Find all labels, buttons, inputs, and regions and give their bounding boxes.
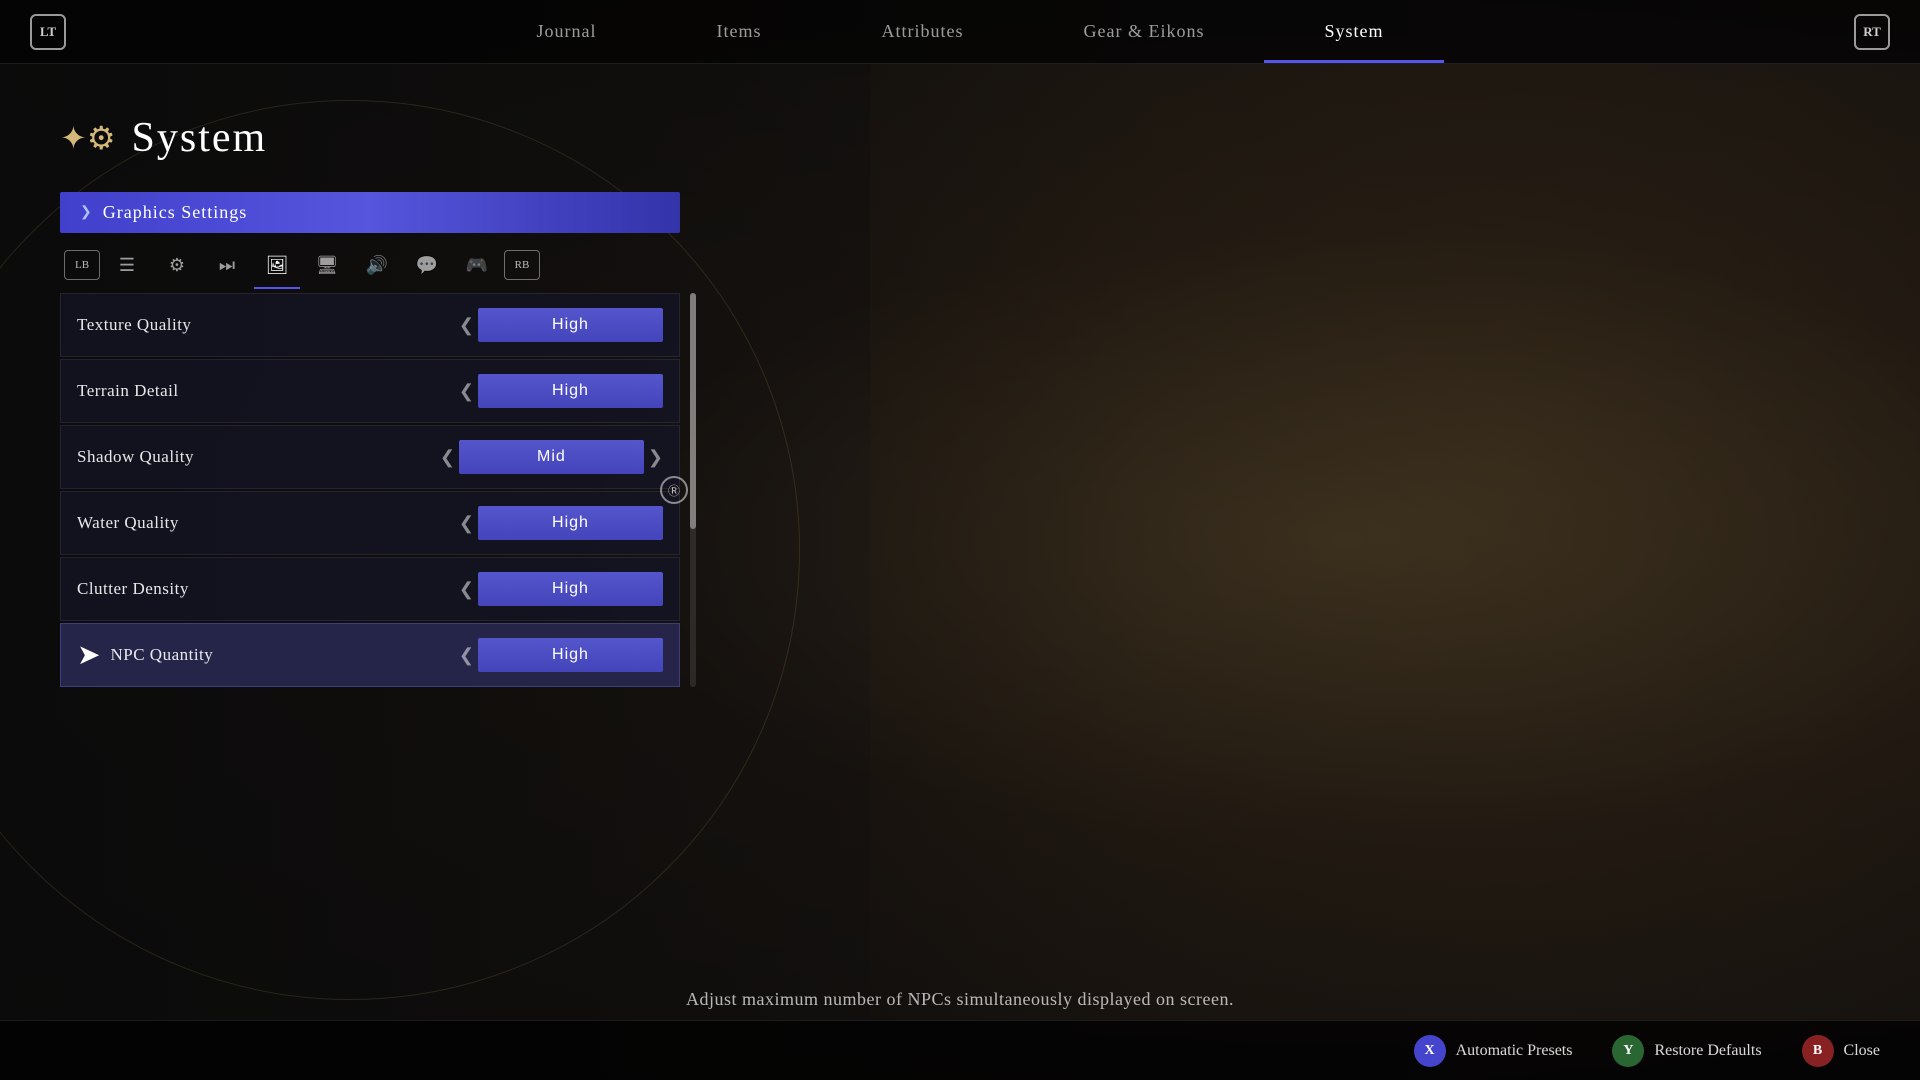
- tab-image-icon[interactable]: 🖼: [254, 245, 300, 285]
- restore-defaults-action[interactable]: Y Restore Defaults: [1612, 1035, 1761, 1067]
- shadow-quality-left-arrow[interactable]: ❮: [440, 447, 455, 468]
- setting-row-terrain-detail[interactable]: Terrain Detail ❮ High: [60, 359, 680, 423]
- r-indicator: Ⓡ: [660, 476, 688, 504]
- tab-attributes[interactable]: Attributes: [822, 0, 1024, 63]
- automatic-presets-label: Automatic Presets: [1456, 1042, 1573, 1060]
- tab-display-icon[interactable]: 🖥: [304, 245, 350, 285]
- tab-gamepad-icon[interactable]: 🎮: [454, 245, 500, 285]
- top-navigation: LT Journal Items Attributes Gear & Eikon…: [0, 0, 1920, 64]
- clutter-density-label: Clutter Density: [77, 579, 459, 599]
- b-button: B: [1802, 1035, 1834, 1067]
- tab-gear-icon[interactable]: ⚙: [154, 245, 200, 285]
- lt-button[interactable]: LT: [30, 14, 66, 50]
- bottom-bar: X Automatic Presets Y Restore Defaults B…: [0, 1020, 1920, 1080]
- tab-items[interactable]: Items: [657, 0, 822, 63]
- tab-list-icon[interactable]: ☰: [104, 245, 150, 285]
- npc-quantity-left-arrow[interactable]: ❮: [459, 645, 474, 666]
- system-icon: ✦⚙: [60, 119, 116, 157]
- texture-quality-left-arrow[interactable]: ❮: [459, 315, 474, 336]
- settings-list: Texture Quality ❮ High Terrain Detail ❮ …: [60, 293, 680, 687]
- nav-tabs: Journal Items Attributes Gear & Eikons S…: [477, 0, 1444, 63]
- x-button: X: [1414, 1035, 1446, 1067]
- tab-chat-icon[interactable]: 💬: [404, 245, 450, 285]
- water-quality-value[interactable]: High: [478, 506, 663, 540]
- section-label: Graphics Settings: [103, 202, 248, 223]
- shadow-quality-right-arrow[interactable]: ❯: [648, 447, 663, 468]
- rt-button[interactable]: RT: [1854, 14, 1890, 50]
- selection-pointer-icon: ➤: [77, 638, 100, 672]
- water-quality-left-arrow[interactable]: ❮: [459, 513, 474, 534]
- setting-row-clutter-density[interactable]: Clutter Density ❮ High: [60, 557, 680, 621]
- shadow-quality-label: Shadow Quality: [77, 447, 440, 467]
- shadow-quality-value[interactable]: Mid: [459, 440, 644, 474]
- water-quality-label: Water Quality: [77, 513, 459, 533]
- page-title-area: ✦⚙ System: [0, 64, 1920, 192]
- setting-row-shadow-quality[interactable]: Shadow Quality ❮ Mid ❯: [60, 425, 680, 489]
- tab-icons-row: LB ☰ ⚙ ⏭ 🖼 🖥 🔊 💬 🎮 RB: [60, 245, 680, 285]
- tab-media-icon[interactable]: ⏭: [204, 245, 250, 285]
- y-button: Y: [1612, 1035, 1644, 1067]
- main-content: ✦⚙ System ❯ Graphics Settings LB ☰ ⚙ ⏭ 🖼…: [0, 64, 1920, 1080]
- texture-quality-label: Texture Quality: [77, 315, 459, 335]
- scroll-thumb: [690, 293, 696, 529]
- npc-quantity-value[interactable]: High: [478, 638, 663, 672]
- setting-row-water-quality[interactable]: Water Quality ❮ High: [60, 491, 680, 555]
- tab-system[interactable]: System: [1264, 0, 1443, 63]
- tab-gear[interactable]: Gear & Eikons: [1024, 0, 1265, 63]
- terrain-detail-left-arrow[interactable]: ❮: [459, 381, 474, 402]
- tab-journal[interactable]: Journal: [477, 0, 657, 63]
- tab-audio-icon[interactable]: 🔊: [354, 245, 400, 285]
- section-chevron-icon: ❯: [80, 204, 93, 221]
- texture-quality-value[interactable]: High: [478, 308, 663, 342]
- npc-quantity-label: NPC Quantity: [110, 645, 458, 665]
- page-title: System: [132, 114, 268, 162]
- automatic-presets-action[interactable]: X Automatic Presets: [1414, 1035, 1573, 1067]
- setting-row-texture-quality[interactable]: Texture Quality ❮ High: [60, 293, 680, 357]
- description-text: Adjust maximum number of NPCs simultaneo…: [686, 989, 1234, 1009]
- restore-defaults-label: Restore Defaults: [1654, 1042, 1761, 1060]
- setting-row-npc-quantity[interactable]: ➤ NPC Quantity ❮ High: [60, 623, 680, 687]
- section-header[interactable]: ❯ Graphics Settings: [60, 192, 680, 233]
- terrain-detail-label: Terrain Detail: [77, 381, 459, 401]
- clutter-density-value[interactable]: High: [478, 572, 663, 606]
- lb-tab-btn[interactable]: LB: [64, 250, 100, 280]
- clutter-density-left-arrow[interactable]: ❮: [459, 579, 474, 600]
- settings-panel: ❯ Graphics Settings LB ☰ ⚙ ⏭ 🖼 🖥 🔊 💬 🎮 R…: [60, 192, 680, 687]
- close-action[interactable]: B Close: [1802, 1035, 1880, 1067]
- rb-tab-btn[interactable]: RB: [504, 250, 540, 280]
- scrollbar[interactable]: [690, 293, 696, 687]
- close-label: Close: [1844, 1042, 1880, 1060]
- terrain-detail-value[interactable]: High: [478, 374, 663, 408]
- description-area: Adjust maximum number of NPCs simultaneo…: [0, 989, 1920, 1010]
